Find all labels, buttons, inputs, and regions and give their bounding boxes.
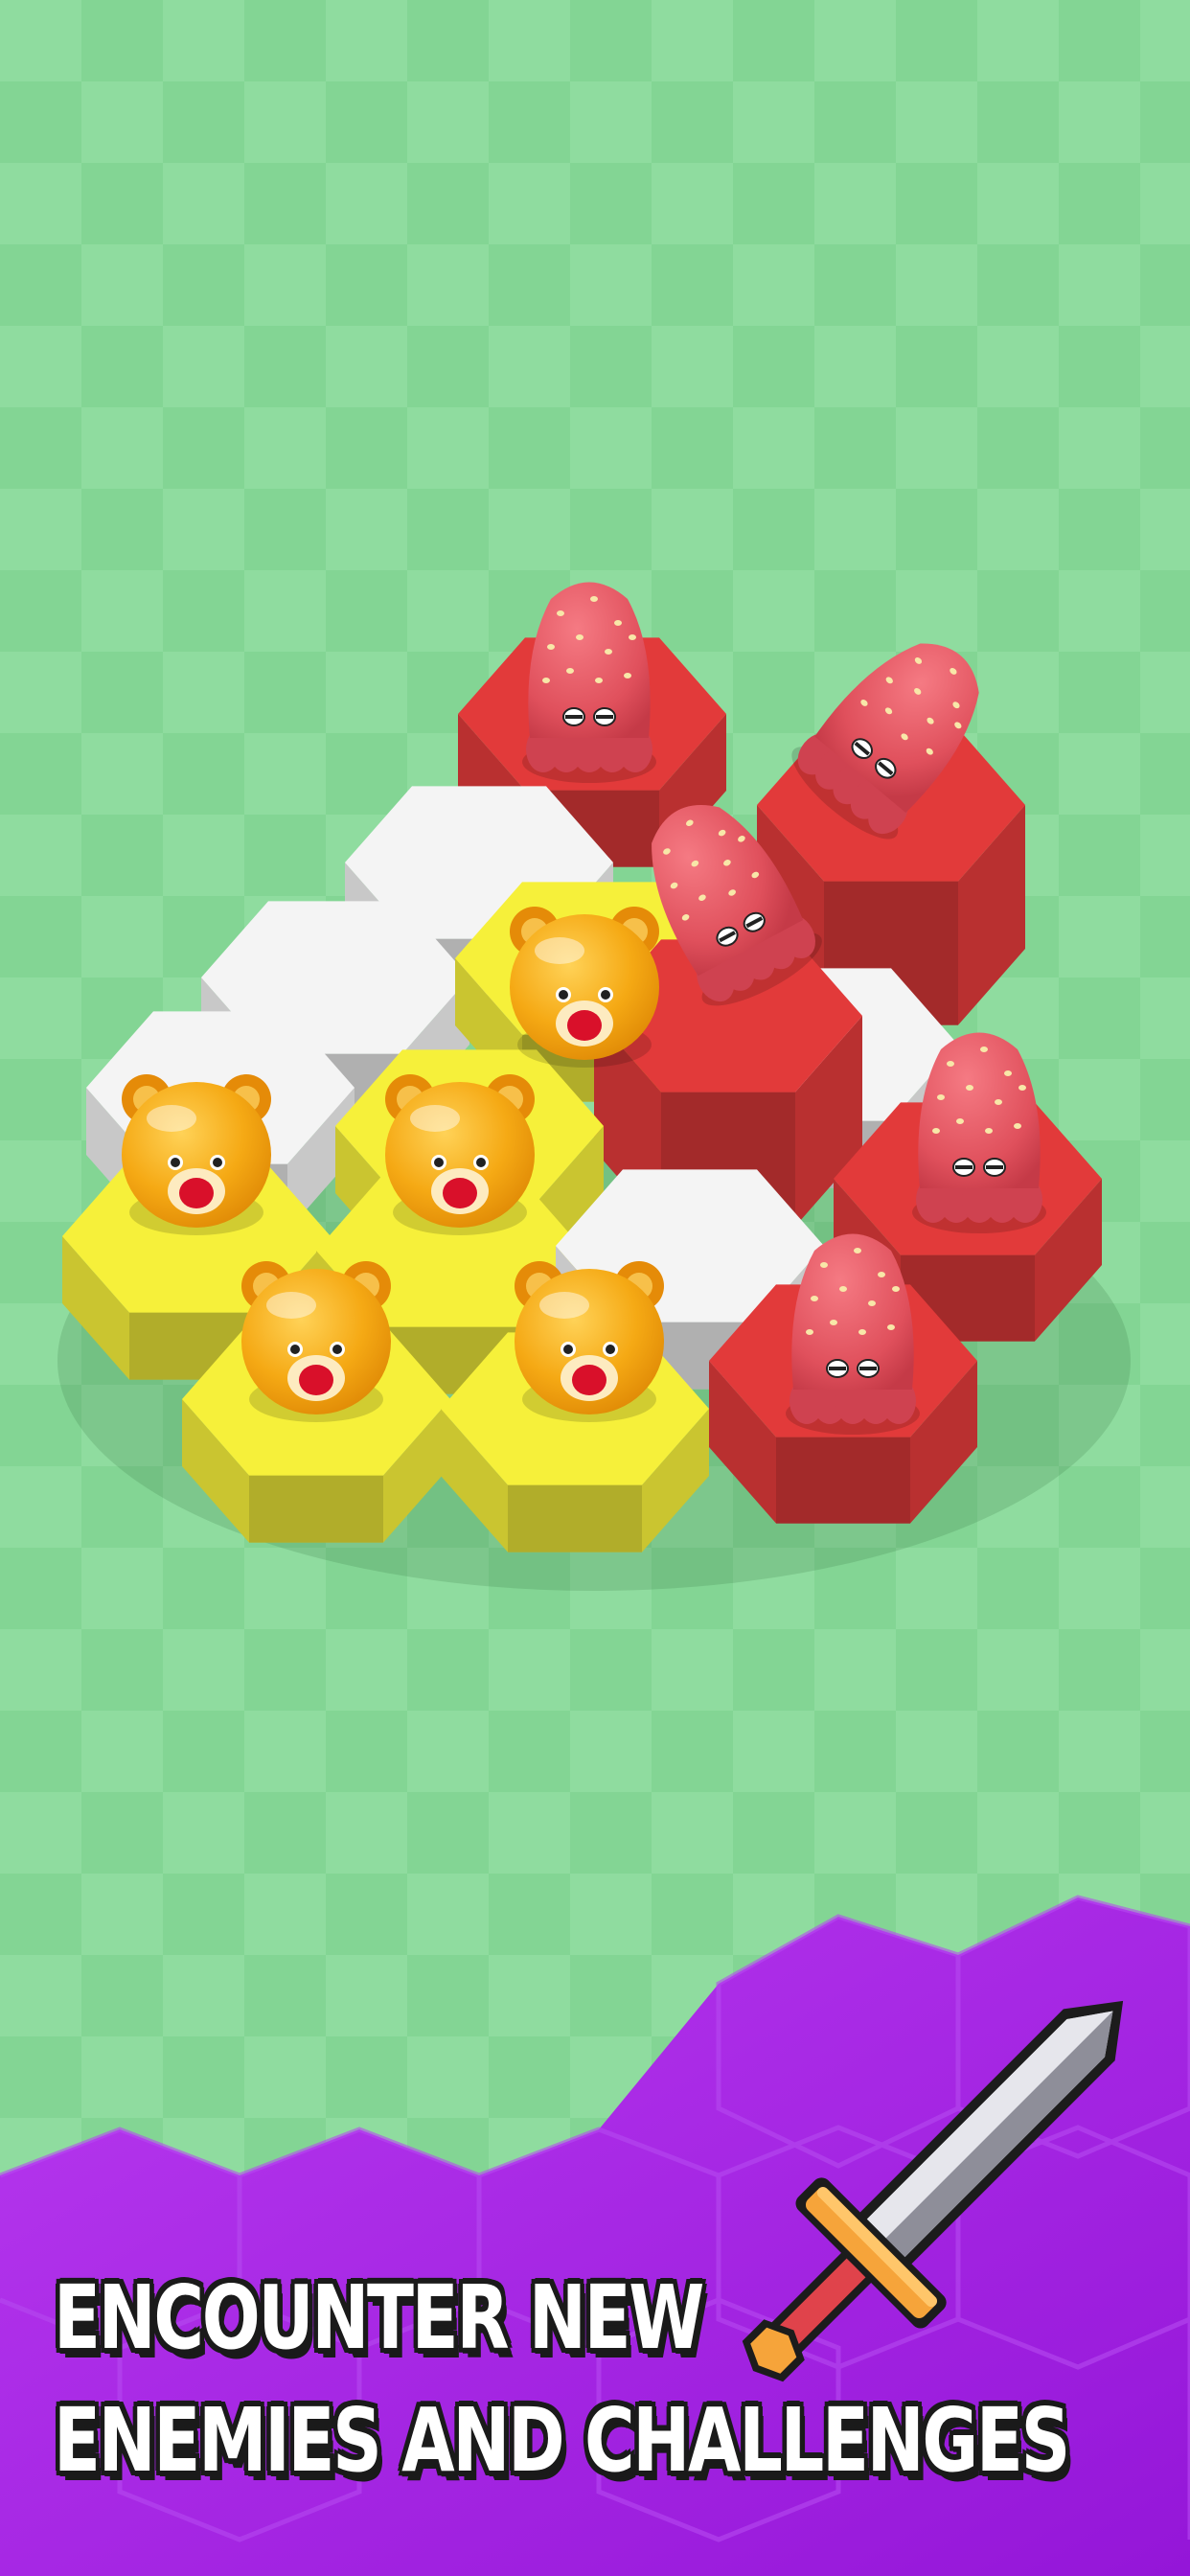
bear-icon	[122, 1074, 271, 1235]
bear-icon	[510, 907, 659, 1068]
bear-icon	[241, 1261, 391, 1422]
bear-icon	[515, 1261, 664, 1422]
caption-line-1: ENCOUNTER NEW	[54, 2266, 704, 2369]
caption-line-2: ENEMIES AND CHALLENGES	[54, 2389, 1070, 2492]
bear-icon	[385, 1074, 535, 1235]
game-scene	[0, 0, 1190, 2576]
